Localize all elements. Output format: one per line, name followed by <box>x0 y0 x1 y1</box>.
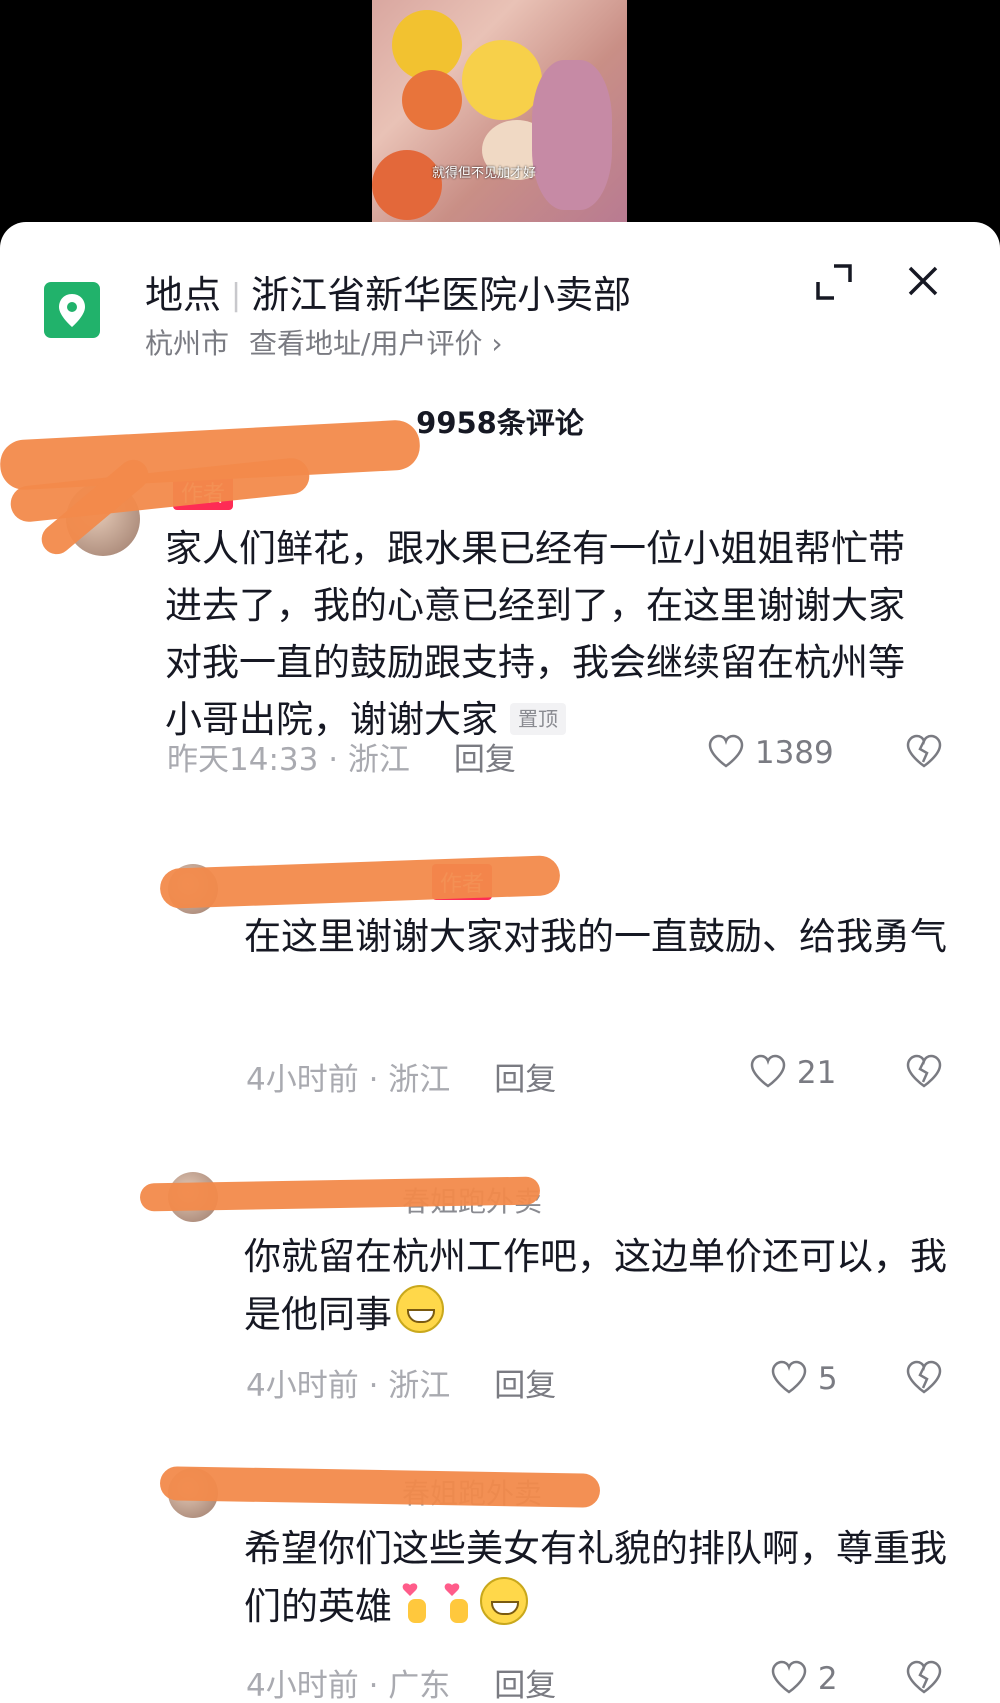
comment-text-content: 在这里谢谢大家对我的一直鼓励、给我勇气 <box>244 915 947 958</box>
dislike-button[interactable] <box>905 734 943 768</box>
heart-icon <box>771 1660 807 1694</box>
location-subtitle: 杭州市 查看地址/用户评价 › <box>145 322 503 362</box>
flower-decoration <box>402 70 462 130</box>
location-address-link[interactable]: 查看地址/用户评价 › <box>249 327 503 360</box>
location-title[interactable]: 地点 | 浙江省新华医院小卖部 <box>145 264 631 319</box>
like-button[interactable]: 1389 <box>707 734 834 771</box>
location-city: 杭州市 <box>145 327 230 360</box>
reply-button[interactable]: 回复 <box>494 1668 556 1703</box>
broken-heart-icon <box>906 1054 942 1088</box>
broken-heart-icon <box>906 734 942 768</box>
flower-decoration <box>462 40 542 120</box>
flower-decoration <box>372 150 442 220</box>
location-pin-icon <box>44 282 100 338</box>
reply-button[interactable]: 回复 <box>454 742 516 778</box>
comment-text: 在这里谢谢大家对我的一直鼓励、给我勇气 <box>244 908 964 965</box>
grin-emoji <box>480 1577 528 1625</box>
reply-button[interactable]: 回复 <box>494 1368 556 1404</box>
like-count: 5 <box>817 1361 838 1397</box>
dislike-button[interactable] <box>905 1360 943 1394</box>
location-name: 浙江省新华医院小卖部 <box>251 273 632 317</box>
flower-decoration <box>532 60 612 210</box>
comment-meta: 4小时前 · 浙江 回复 <box>246 1360 556 1405</box>
grin-emoji <box>396 1285 444 1333</box>
like-button[interactable]: 2 <box>770 1660 838 1697</box>
like-button[interactable]: 21 <box>749 1054 836 1091</box>
expand-icon[interactable] <box>812 260 856 304</box>
comment-text-content: 你就留在杭州工作吧，这边单价还可以，我是他同事 <box>244 1235 947 1336</box>
comment-text: 你就留在杭州工作吧，这边单价还可以，我是他同事 <box>244 1228 964 1343</box>
finger-heart-emoji <box>400 1581 434 1625</box>
title-separator: | <box>231 278 242 313</box>
comments-sheet: 地点|浙江省新华医院小卖部 杭州市查看地址/用户评价 › 9958条评论 作者 … <box>0 222 1000 1703</box>
redaction-scribble <box>159 1466 601 1508</box>
location-label: 地点 <box>145 273 222 317</box>
reply-button[interactable]: 回复 <box>494 1062 556 1098</box>
video-caption: 就得但不见加才好 <box>432 166 537 181</box>
redaction-scribble <box>159 855 561 909</box>
comment-time-location: 4小时前 · 广东 <box>246 1668 451 1703</box>
close-icon[interactable] <box>900 258 946 304</box>
broken-heart-icon <box>906 1660 942 1694</box>
comment-time-location: 4小时前 · 浙江 <box>246 1062 451 1098</box>
comment-meta: 昨天14:33 · 浙江 回复 <box>167 734 516 779</box>
comment-time-location: 4小时前 · 浙江 <box>246 1368 451 1404</box>
dislike-button[interactable] <box>905 1054 943 1088</box>
heart-icon <box>708 734 744 768</box>
broken-heart-icon <box>906 1360 942 1394</box>
like-button[interactable]: 5 <box>770 1360 838 1397</box>
comment-text-content: 希望你们这些美女有礼貌的排队啊，尊重我们的英雄 <box>244 1527 947 1628</box>
like-count: 1389 <box>754 735 834 771</box>
heart-icon <box>750 1054 786 1088</box>
comment-text: 家人们鲜花，跟水果已经有一位小姐姐帮忙带进去了，我的心意已经到了，在这里谢谢大家… <box>165 520 935 748</box>
comment-meta: 4小时前 · 浙江 回复 <box>246 1054 556 1099</box>
finger-heart-emoji <box>442 1581 476 1625</box>
dislike-button[interactable] <box>905 1660 943 1694</box>
like-count: 21 <box>796 1055 837 1091</box>
video-thumbnail[interactable]: 就得但不见加才好 <box>372 0 627 230</box>
comment-time-location: 昨天14:33 · 浙江 <box>167 742 410 778</box>
pinned-badge: 置顶 <box>510 703 566 735</box>
like-count: 2 <box>817 1661 838 1697</box>
comment-text: 希望你们这些美女有礼貌的排队啊，尊重我们的英雄 <box>244 1520 964 1635</box>
comment-meta: 4小时前 · 广东 回复 <box>246 1660 556 1703</box>
heart-icon <box>771 1360 807 1394</box>
